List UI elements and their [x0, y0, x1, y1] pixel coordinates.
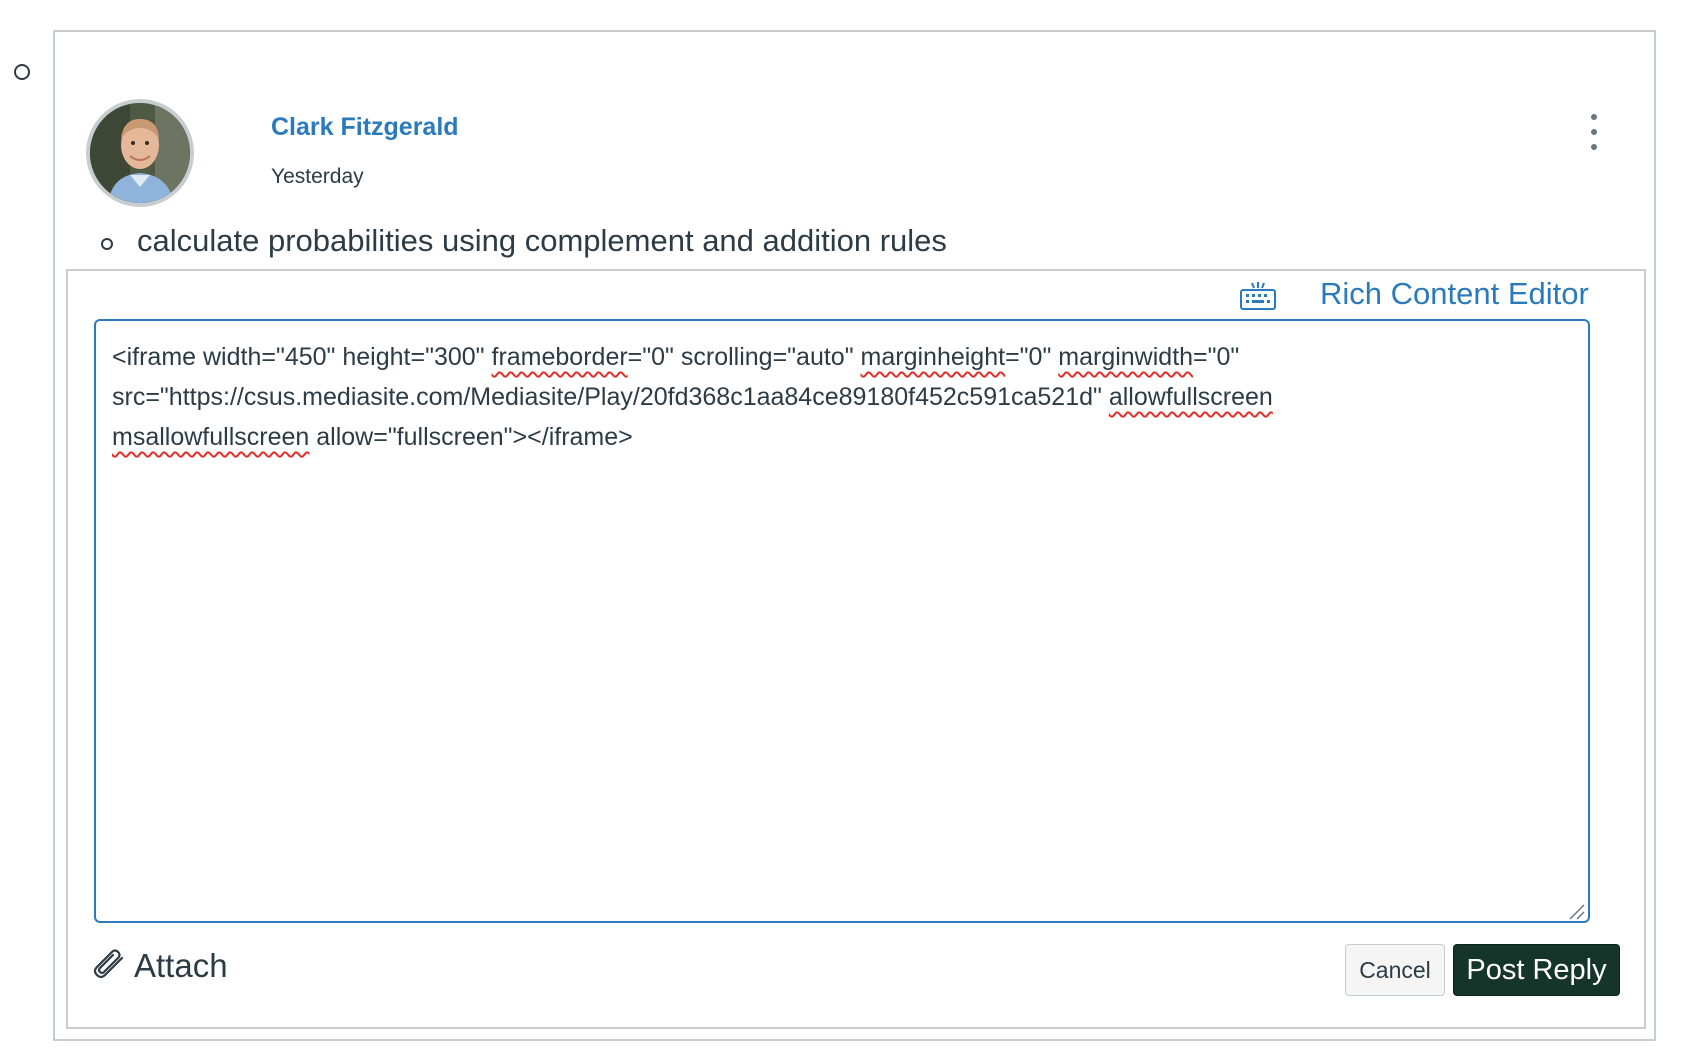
editor-code-line: src="https://csus.mediasite.com/Mediasit…	[112, 377, 1572, 417]
keyboard-icon[interactable]	[1239, 281, 1277, 311]
misspelled-word: frameborder	[491, 343, 628, 371]
kebab-menu-icon[interactable]	[1583, 114, 1605, 154]
misspelled-word: allowfullscreen	[1108, 383, 1273, 411]
avatar-photo	[90, 103, 190, 203]
code-text: src="https://csus.mediasite.com/Mediasit…	[112, 383, 1109, 411]
code-text: ="0"	[1005, 343, 1059, 371]
editor-code-line: msallowfullscreen allow="fullscreen"></i…	[112, 417, 1572, 457]
post-date: Yesterday	[271, 165, 364, 188]
attach-label: Attach	[134, 947, 228, 984]
code-text: ="0" scrolling="auto"	[627, 343, 861, 371]
list-bullet-inner	[101, 238, 113, 250]
code-text: allow="fullscreen"></iframe>	[309, 423, 633, 451]
misspelled-word: marginheight	[860, 343, 1006, 371]
cancel-button[interactable]: Cancel	[1345, 944, 1445, 996]
rich-content-editor-link[interactable]: Rich Content Editor	[1320, 276, 1589, 312]
misspelled-word: msallowfullscreen	[112, 423, 310, 451]
author-name-link[interactable]: Clark Fitzgerald	[271, 113, 459, 142]
code-text: ="0"	[1193, 343, 1240, 371]
resize-handle-icon[interactable]	[1567, 902, 1585, 920]
outcome-text: calculate probabilities using complement…	[137, 223, 947, 258]
misspelled-word: marginwidth	[1058, 343, 1194, 371]
post-reply-button[interactable]: Post Reply	[1453, 944, 1620, 996]
paperclip-icon	[92, 949, 128, 983]
editor-code-line: <iframe width="450" height="300" framebo…	[112, 337, 1572, 377]
avatar[interactable]	[86, 99, 194, 207]
editor-code-content: <iframe width="450" height="300" framebo…	[112, 337, 1572, 457]
code-text: <iframe width="450" height="300"	[112, 343, 492, 371]
list-bullet-outer	[14, 64, 30, 80]
